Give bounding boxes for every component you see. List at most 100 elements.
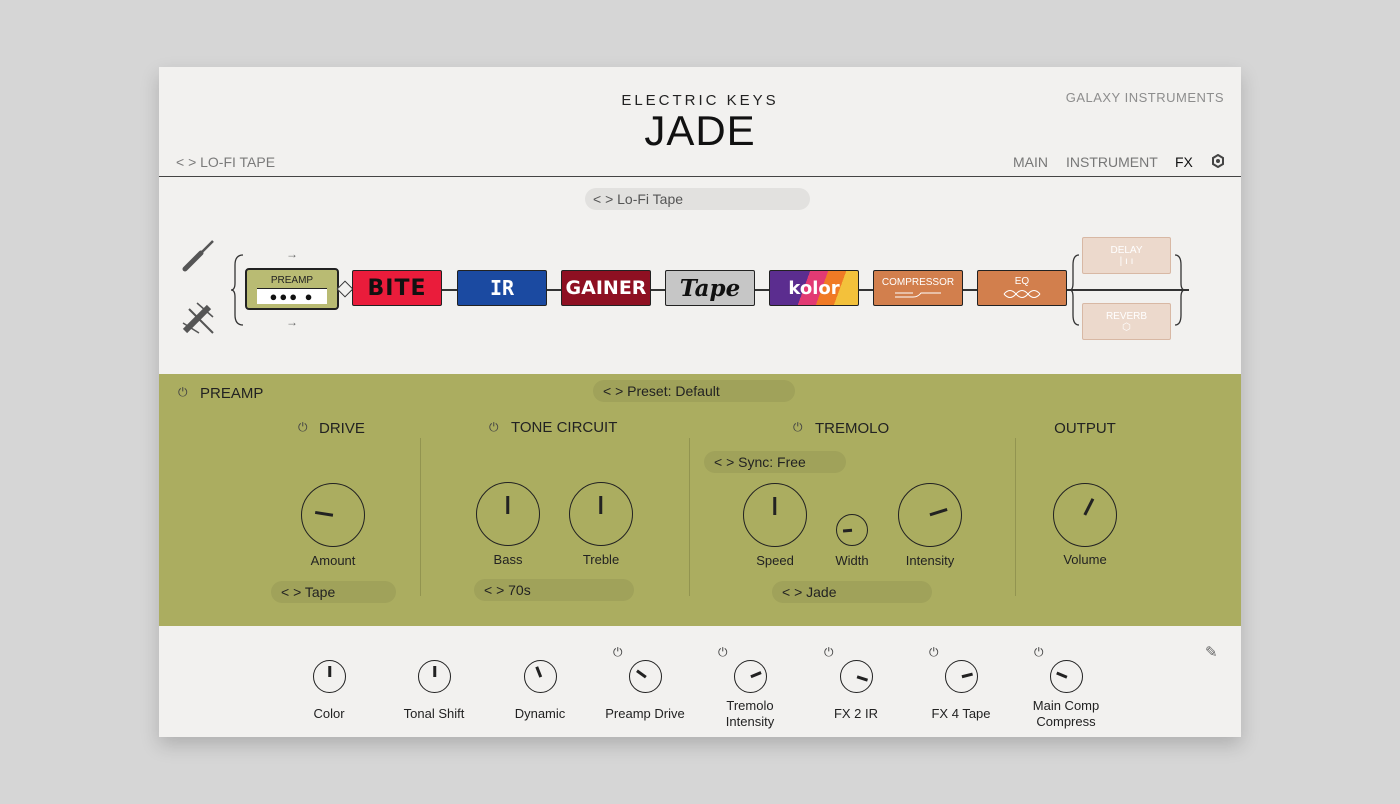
knob-pointer [961, 672, 973, 678]
product-title: JADE [644, 107, 756, 154]
knob-pointer [1055, 671, 1067, 678]
guitar-cable-icon[interactable] [179, 237, 219, 277]
module-kolor[interactable]: kolor [769, 270, 859, 306]
module-reverb-label: REVERB [1105, 310, 1148, 322]
preamp-title: PREAMP [200, 385, 264, 402]
arrow-right-icon: → [286, 315, 298, 329]
delay-taps-icon: | ı ı [1119, 255, 1134, 267]
macro-knob[interactable] [734, 660, 767, 693]
module-ir[interactable]: IR [457, 270, 547, 306]
macro-knob[interactable] [945, 660, 978, 693]
gear-icon[interactable] [1211, 154, 1225, 168]
macro-power-icon[interactable]: ⏻ [824, 645, 834, 660]
knob-pointer [929, 508, 948, 517]
macro-label: Main Comp Compress [1032, 698, 1100, 729]
module-preamp[interactable]: PREAMP ●●● ● [245, 268, 339, 310]
module-reverb[interactable]: REVERB ⬡ [1082, 303, 1171, 340]
module-delay[interactable]: DELAY | ı ı [1082, 237, 1171, 274]
drive-title: DRIVE [319, 420, 365, 437]
intensity-label: Intensity [905, 553, 955, 568]
macro-power-icon[interactable]: ⏻ [929, 645, 939, 660]
tone-power-icon[interactable]: ⏻ [489, 420, 499, 435]
module-compressor-label: COMPRESSOR [881, 276, 955, 288]
output-title: OUTPUT [1054, 420, 1116, 437]
knob-pointer [773, 497, 777, 515]
tab-instrument[interactable]: INSTRUMENT [1066, 154, 1158, 170]
knob-pointer [856, 675, 868, 682]
chain-diamond-icon [336, 280, 354, 298]
tone-title: TONE CIRCUIT [511, 419, 618, 436]
speed-knob[interactable] [743, 483, 807, 547]
section-divider [1015, 438, 1016, 596]
preamp-preset-selector[interactable]: < > Preset: Default [593, 380, 795, 402]
volume-label: Volume [1063, 552, 1107, 567]
macro-label: Dynamic [514, 706, 566, 721]
tone-type-selector[interactable]: < > 70s [474, 579, 634, 601]
macro-power-icon[interactable]: ⏻ [613, 645, 623, 660]
input-bracket [230, 254, 244, 326]
tremolo-sync-selector[interactable]: < > Sync: Free [704, 451, 846, 473]
drive-amount-knob[interactable] [301, 483, 365, 547]
bass-label: Bass [493, 552, 523, 567]
reverb-cube-icon: ⬡ [1122, 321, 1131, 333]
module-eq[interactable]: EQ [977, 270, 1067, 306]
macro-label: Color [313, 706, 345, 721]
tab-fx[interactable]: FX [1175, 154, 1193, 170]
cable-bypass-icon[interactable] [179, 299, 219, 339]
brand-label: GALAXY INSTRUMENTS [1065, 90, 1224, 105]
knob-pointer [433, 665, 436, 677]
macro-knob[interactable] [629, 660, 662, 693]
macro-knob[interactable] [524, 660, 557, 693]
macro-label: FX 2 IR [833, 706, 879, 721]
header-divider [159, 176, 1241, 177]
plugin-window: ELECTRIC KEYS JADE GALAXY INSTRUMENTS < … [159, 67, 1241, 737]
width-knob[interactable] [836, 514, 868, 546]
bass-knob[interactable] [476, 482, 540, 546]
macro-label: FX 4 Tape [931, 706, 991, 721]
macro-bar: ✎ Color Tonal Shift Dynamic ⏻ Preamp Drive ⏻ T… [159, 627, 1241, 737]
section-divider [420, 438, 421, 596]
edit-pencil-icon[interactable]: ✎ [1205, 643, 1218, 661]
macro-label: Tonal Shift [403, 706, 465, 721]
module-tape[interactable]: Tape [665, 270, 755, 306]
tremolo-type-selector[interactable]: < > Jade [772, 581, 932, 603]
module-eq-label: EQ [1014, 275, 1030, 287]
intensity-knob[interactable] [898, 483, 962, 547]
macro-power-icon[interactable]: ⏻ [1034, 645, 1044, 660]
preamp-panel: ⏻ PREAMP < > Preset: Default ⏻ DRIVE Amo… [159, 374, 1241, 626]
macro-knob[interactable] [840, 660, 873, 693]
treble-label: Treble [582, 552, 620, 567]
preamp-dots-icon: ●●● ● [257, 287, 327, 304]
eq-curve-icon [1003, 289, 1041, 298]
knob-pointer [635, 669, 647, 678]
parallel-bracket-right [1174, 254, 1186, 326]
knob-pointer [599, 496, 603, 514]
macro-label: Preamp Drive [605, 706, 685, 721]
drive-amount-label: Amount [310, 553, 356, 568]
module-bite[interactable]: BITE [352, 270, 442, 306]
volume-knob[interactable] [1053, 483, 1117, 547]
tab-main[interactable]: MAIN [1013, 154, 1048, 170]
knob-pointer [535, 665, 542, 677]
macro-knob[interactable] [1050, 660, 1083, 693]
drive-power-icon[interactable]: ⏻ [298, 420, 308, 435]
knob-pointer [328, 665, 331, 677]
compressor-curve-icon [895, 292, 941, 297]
macro-knob[interactable] [418, 660, 451, 693]
module-compressor[interactable]: COMPRESSOR [873, 270, 963, 306]
knob-pointer [1083, 498, 1095, 516]
macro-power-icon[interactable]: ⏻ [718, 645, 728, 660]
tremolo-title: TREMOLO [815, 420, 890, 437]
main-preset-selector[interactable]: < > LO-FI TAPE [176, 154, 275, 170]
tremolo-power-icon[interactable]: ⏻ [793, 420, 803, 435]
parallel-bracket-left [1069, 254, 1080, 326]
module-preamp-label: PREAMP [270, 274, 314, 286]
fx-chain-preset-selector[interactable]: < > Lo-Fi Tape [585, 188, 810, 210]
macro-label: Tremolo Intensity [725, 698, 775, 729]
macro-knob[interactable] [313, 660, 346, 693]
drive-type-selector[interactable]: < > Tape [271, 581, 396, 603]
knob-pointer [842, 528, 853, 532]
treble-knob[interactable] [569, 482, 633, 546]
preamp-power-icon[interactable]: ⏻ [178, 385, 188, 400]
module-gainer[interactable]: GAINER [561, 270, 651, 306]
